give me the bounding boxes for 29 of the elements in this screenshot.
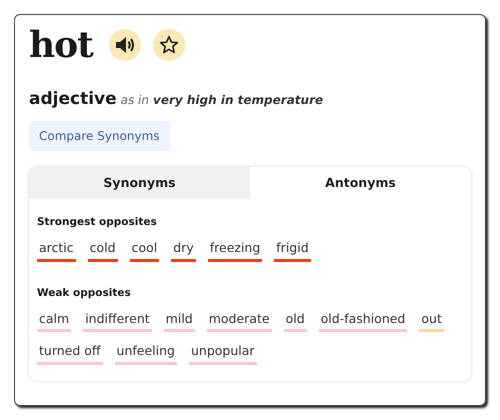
antonym-link[interactable]: out	[419, 310, 444, 332]
antonym-link[interactable]: calm	[37, 310, 72, 332]
pronounce-button[interactable]	[108, 29, 141, 61]
antonym-link[interactable]: frigid	[274, 239, 311, 262]
speaker-icon	[114, 36, 135, 54]
antonym-link[interactable]: freezing	[208, 239, 262, 262]
tab[interactable]: Antonyms	[250, 166, 471, 200]
antonym-link[interactable]: old-fashioned	[318, 310, 408, 332]
sense-prefix: as in	[120, 92, 149, 109]
antonym-link[interactable]: dry	[171, 239, 196, 262]
antonym-link[interactable]: mild	[164, 310, 195, 332]
antonym-link[interactable]: old	[284, 310, 307, 332]
antonym-link[interactable]: unpopular	[188, 342, 257, 365]
antonym-link[interactable]: arctic	[37, 239, 76, 262]
part-of-speech: adjective	[29, 88, 117, 111]
antonym-link[interactable]: cold	[88, 239, 118, 262]
favorite-button[interactable]	[152, 29, 185, 61]
group-heading: Weak opposites	[37, 286, 132, 301]
headword: hot	[29, 27, 93, 63]
antonym-link[interactable]: unfeeling	[114, 342, 177, 365]
star-icon	[158, 35, 179, 55]
antonym-link[interactable]: turned off	[37, 342, 103, 365]
antonym-link[interactable]: cool	[130, 239, 160, 262]
sense-meaning: very high in temperature	[153, 92, 324, 109]
compare-synonyms-button[interactable]: Compare Synonyms	[29, 120, 170, 150]
antonym-link[interactable]: moderate	[206, 310, 272, 332]
group-heading: Strongest opposites	[37, 215, 158, 230]
antonym-link[interactable]: indifferent	[83, 310, 152, 332]
tab[interactable]: Synonyms	[29, 166, 250, 200]
